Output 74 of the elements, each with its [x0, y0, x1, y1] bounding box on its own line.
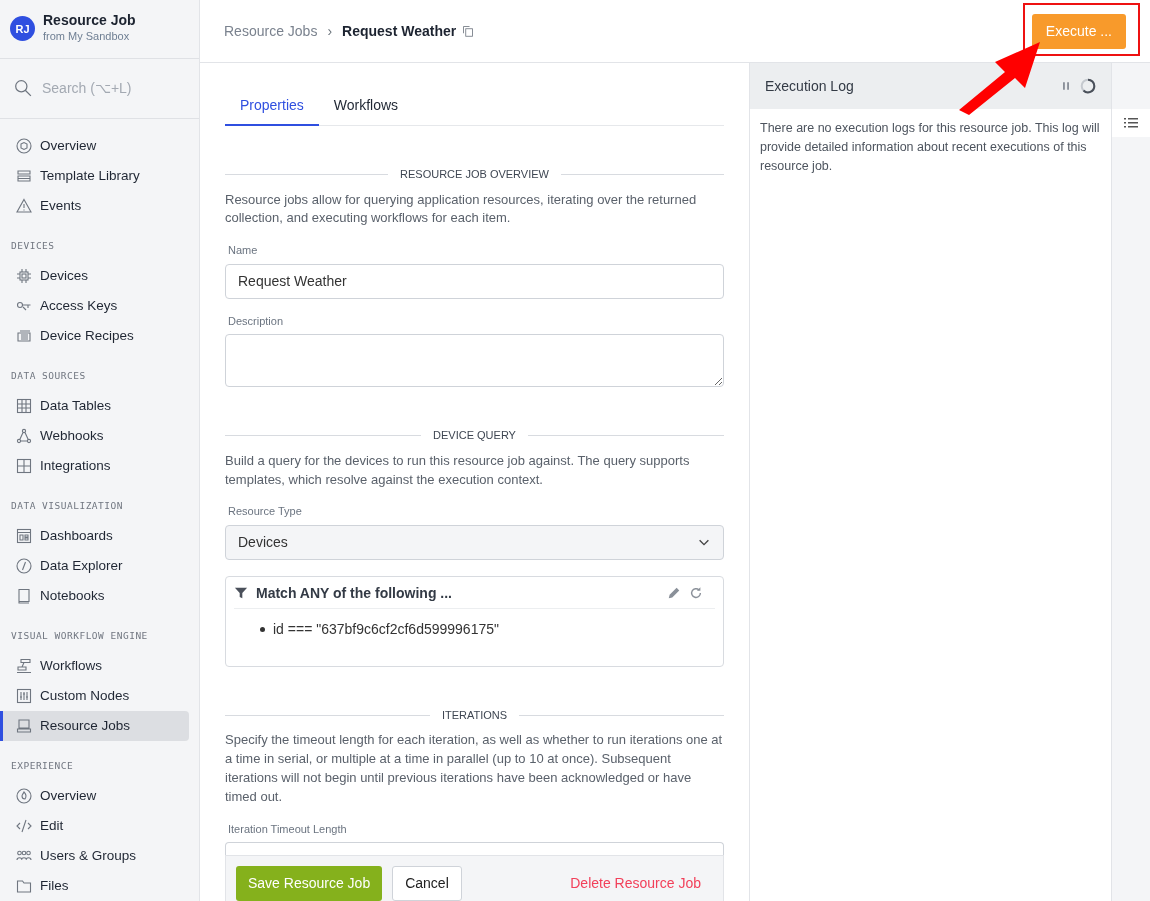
dashboard-icon [16, 528, 32, 544]
chip-icon [16, 268, 32, 284]
tab[interactable]: Properties [225, 89, 319, 126]
compass-icon [16, 558, 32, 574]
flow-icon [16, 658, 32, 674]
name-field[interactable]: Request Weather [225, 263, 724, 299]
field-label: Iteration Timeout Length [228, 821, 348, 837]
section-description: Specify the timeout length for each iteration, as well as whether to run iterations one at a time in serial, or multiple at a time in parallel (up to 10 at once). Subsequent iterations will not begin until previous iterations have been acknowledged or have timed out. [225, 731, 724, 806]
spinner-icon [1080, 78, 1096, 94]
sidebar-item[interactable]: Access Keys [0, 291, 189, 321]
sidebar-item[interactable]: Data Tables [0, 391, 189, 421]
pencil-icon[interactable] [667, 586, 681, 601]
page-title: Request Weather [342, 21, 457, 41]
section-heading: DEVICE QUERY [225, 427, 724, 444]
filter-icon [234, 586, 248, 601]
sidebar-item[interactable]: Devices [0, 261, 189, 291]
sidebar-item[interactable]: Notebooks [0, 581, 189, 611]
app-title: Resource Job [43, 12, 136, 29]
puzzle-icon [16, 458, 32, 474]
log-title: Execution Log [765, 76, 855, 96]
field-label: Resource Type [228, 504, 303, 520]
list-toggle-button[interactable] [1112, 109, 1150, 137]
breadcrumb-link[interactable]: Resource Jobs [224, 20, 318, 42]
warning-icon [16, 198, 32, 214]
breadcrumb-separator: › [327, 21, 333, 41]
section-description: Resource jobs allow for querying application resources, iterating over the returned collection, and executing workflows for each item. [225, 190, 698, 228]
refresh-icon[interactable] [689, 586, 703, 601]
copy-icon[interactable] [462, 25, 475, 37]
app-subtitle: from My Sandbox [43, 29, 131, 45]
section-description: Build a query for the devices to run this resource job against. The query supports templates, which resolve against the execution context. [225, 451, 691, 489]
sidebar-item[interactable]: Device Recipes [0, 321, 189, 351]
sidebar-item[interactable]: Data Explorer [0, 551, 189, 581]
log-empty-message: There are no execution logs for this resource job. This log will provide detailed information about recent executions of this resource job. [759, 120, 1101, 175]
avatar: RJ [10, 16, 35, 42]
query-title: Match ANY of the following ... [256, 583, 453, 603]
section-heading: VISUAL WORKFLOW ENGINE [10, 628, 149, 643]
sidebar-item[interactable]: Webhooks [0, 421, 189, 451]
field-label: Name [228, 243, 259, 259]
section-heading: ITERATIONS [225, 706, 724, 724]
layers-icon [16, 168, 32, 184]
section-heading: DATA SOURCES [10, 368, 87, 383]
folder-icon [16, 878, 32, 894]
sliders-icon [16, 688, 32, 704]
book-icon [16, 588, 32, 604]
section-heading: DEVICES [10, 238, 56, 253]
sidebar-item[interactable]: Edit [0, 811, 189, 841]
search-icon [14, 79, 32, 98]
sidebar-item[interactable]: Overview [0, 131, 189, 161]
sidebar-item[interactable]: Users & Groups [0, 841, 189, 871]
sidebar-item[interactable]: Files [0, 871, 189, 901]
table-icon [16, 398, 32, 414]
sidebar-item[interactable]: Overview [0, 781, 189, 811]
section-heading: EXPERIENCE [10, 758, 75, 773]
cancel-button[interactable]: Cancel [392, 866, 462, 901]
code-icon [16, 818, 32, 834]
sidebar-item[interactable]: Dashboards [0, 521, 189, 551]
bullet-icon [260, 626, 265, 632]
sidebar-item[interactable]: Resource Jobs [0, 711, 189, 741]
sidebar-item[interactable]: Workflows [0, 651, 189, 681]
field-label: Description [228, 313, 285, 329]
sidebar-item[interactable]: Events [0, 191, 189, 221]
tab[interactable]: Workflows [318, 89, 414, 126]
list-icon [1123, 115, 1139, 131]
sidebar-item[interactable]: Custom Nodes [0, 681, 189, 711]
resource-type-select[interactable]: Devices [225, 524, 724, 560]
webhook-icon [16, 428, 32, 444]
sidebar-item[interactable]: Template Library [0, 161, 189, 191]
section-heading: RESOURCE JOB OVERVIEW [225, 166, 724, 183]
query-condition: id === "637bf9c6cf2cf6d599996175" [273, 619, 499, 639]
search-field[interactable]: Search (⌥+L) [40, 76, 180, 100]
sidebar-item[interactable]: Integrations [0, 451, 189, 481]
description-field[interactable] [225, 334, 724, 388]
pause-icon[interactable] [1060, 80, 1072, 92]
section-heading: DATA VISUALIZATION [10, 498, 124, 513]
